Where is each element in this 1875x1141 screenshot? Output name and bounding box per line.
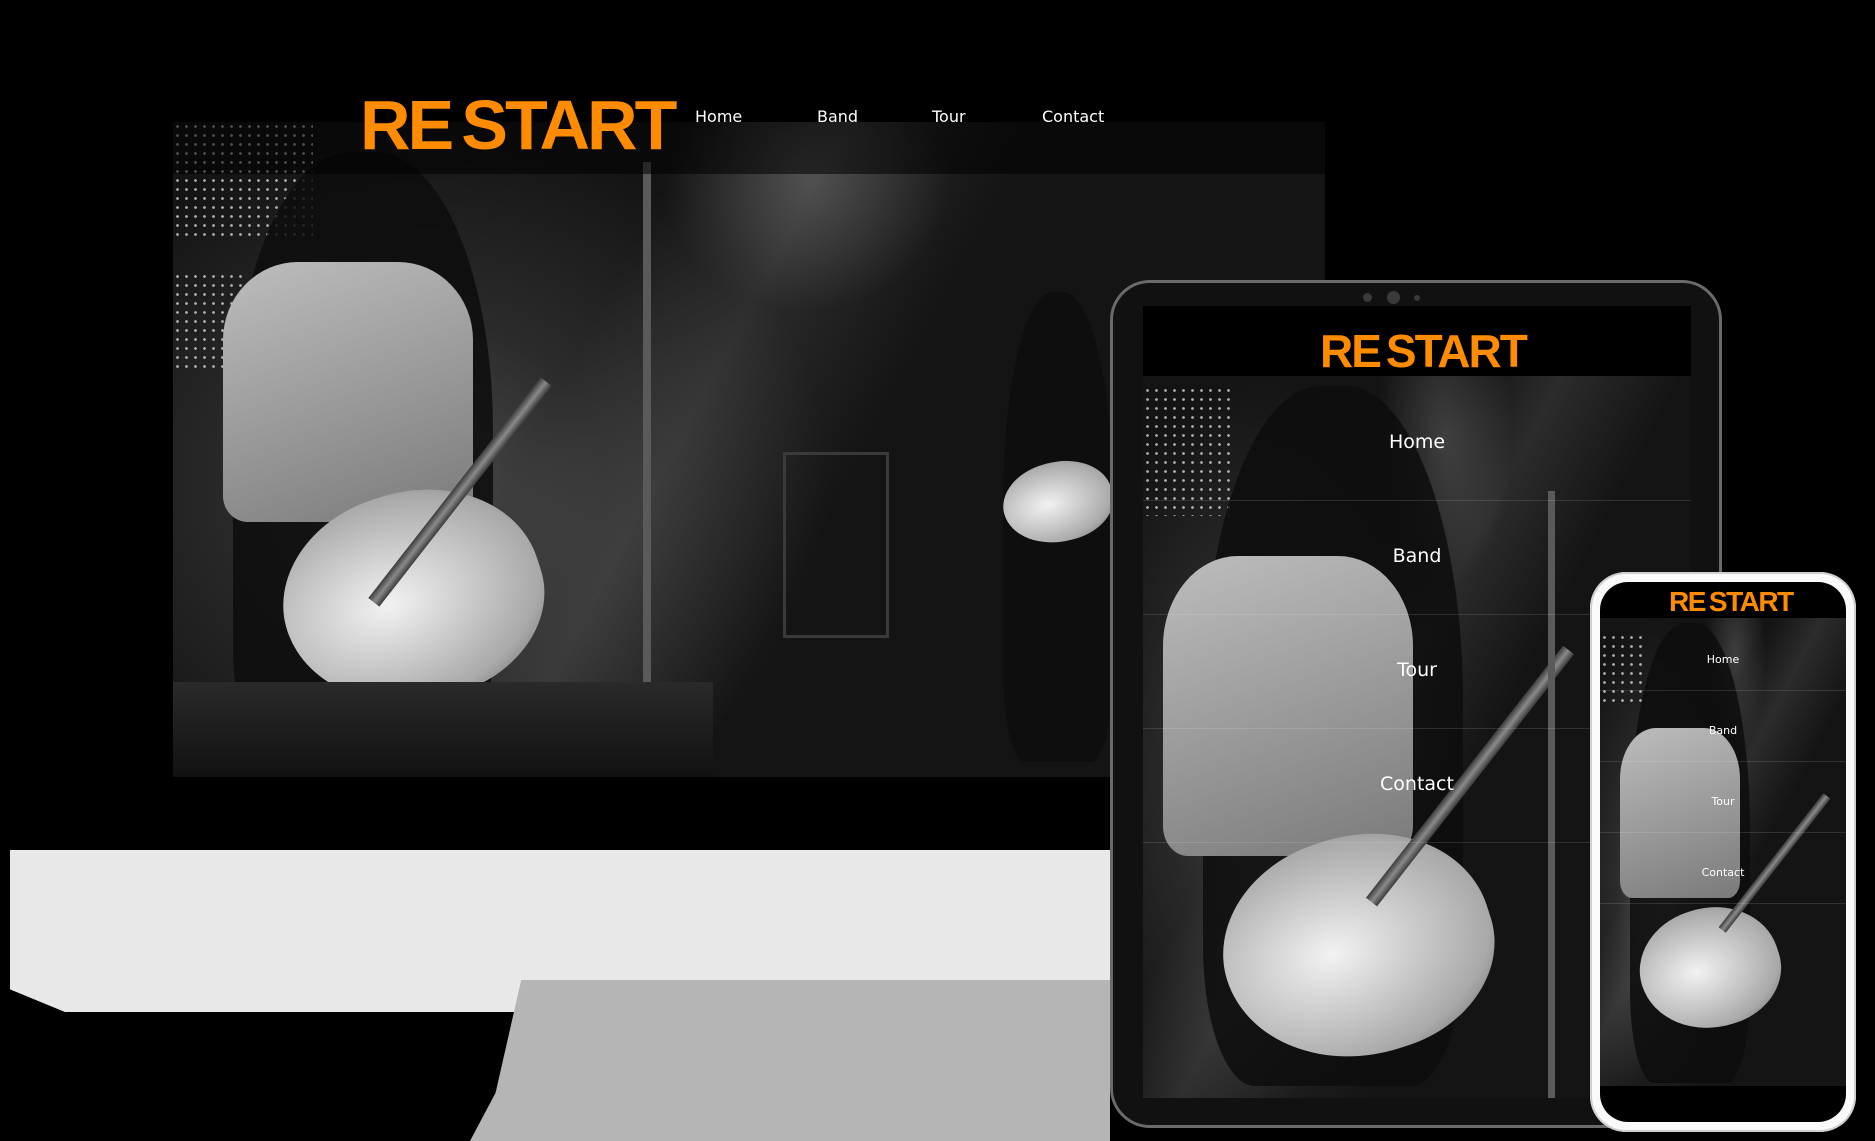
tablet-nav-divider xyxy=(1143,500,1691,501)
tablet-camera-lens xyxy=(1387,291,1400,304)
phone-nav-divider xyxy=(1600,690,1846,691)
desktop-header-bar xyxy=(173,122,1325,174)
phone-nav-divider xyxy=(1600,832,1846,833)
logo-text-re: RE xyxy=(360,86,454,164)
phone-nav-band[interactable]: Band xyxy=(1600,724,1846,737)
logo-text-start: START xyxy=(1385,325,1528,377)
phone-hero-photo xyxy=(1600,618,1846,1086)
tablet-sensor-dot xyxy=(1414,295,1420,301)
stage-light-panel xyxy=(1600,633,1645,703)
tablet-nav-band[interactable]: Band xyxy=(1143,545,1691,567)
desktop-logo[interactable]: RE START xyxy=(360,90,677,160)
logo-text-re: RE xyxy=(1320,325,1382,377)
amplifier xyxy=(783,452,889,638)
logo-text-start: START xyxy=(461,86,677,164)
phone-nav-home[interactable]: Home xyxy=(1600,653,1846,666)
desktop-nav-contact[interactable]: Contact xyxy=(1042,107,1104,126)
singer-shirt xyxy=(223,262,473,522)
phone-nav-divider xyxy=(1600,903,1846,904)
phone-nav-divider xyxy=(1600,761,1846,762)
stage-riser xyxy=(173,682,713,777)
logo-text-re: RE xyxy=(1669,586,1706,617)
desktop-nav-tour[interactable]: Tour xyxy=(932,107,966,126)
desktop-monitor-neck xyxy=(470,980,1110,1141)
phone-nav-contact[interactable]: Contact xyxy=(1600,866,1846,879)
tablet-logo[interactable]: RE START xyxy=(1320,325,1528,377)
tablet-nav-home[interactable]: Home xyxy=(1143,431,1691,453)
desktop-nav-home[interactable]: Home xyxy=(695,107,742,126)
phone-logo[interactable]: RE START xyxy=(1669,586,1794,617)
tablet-camera-dot xyxy=(1363,293,1372,302)
logo-text-start: START xyxy=(1708,586,1794,617)
phone-nav-tour[interactable]: Tour xyxy=(1600,795,1846,808)
desktop-nav-band[interactable]: Band xyxy=(817,107,858,126)
singer-shirt xyxy=(1163,556,1413,856)
